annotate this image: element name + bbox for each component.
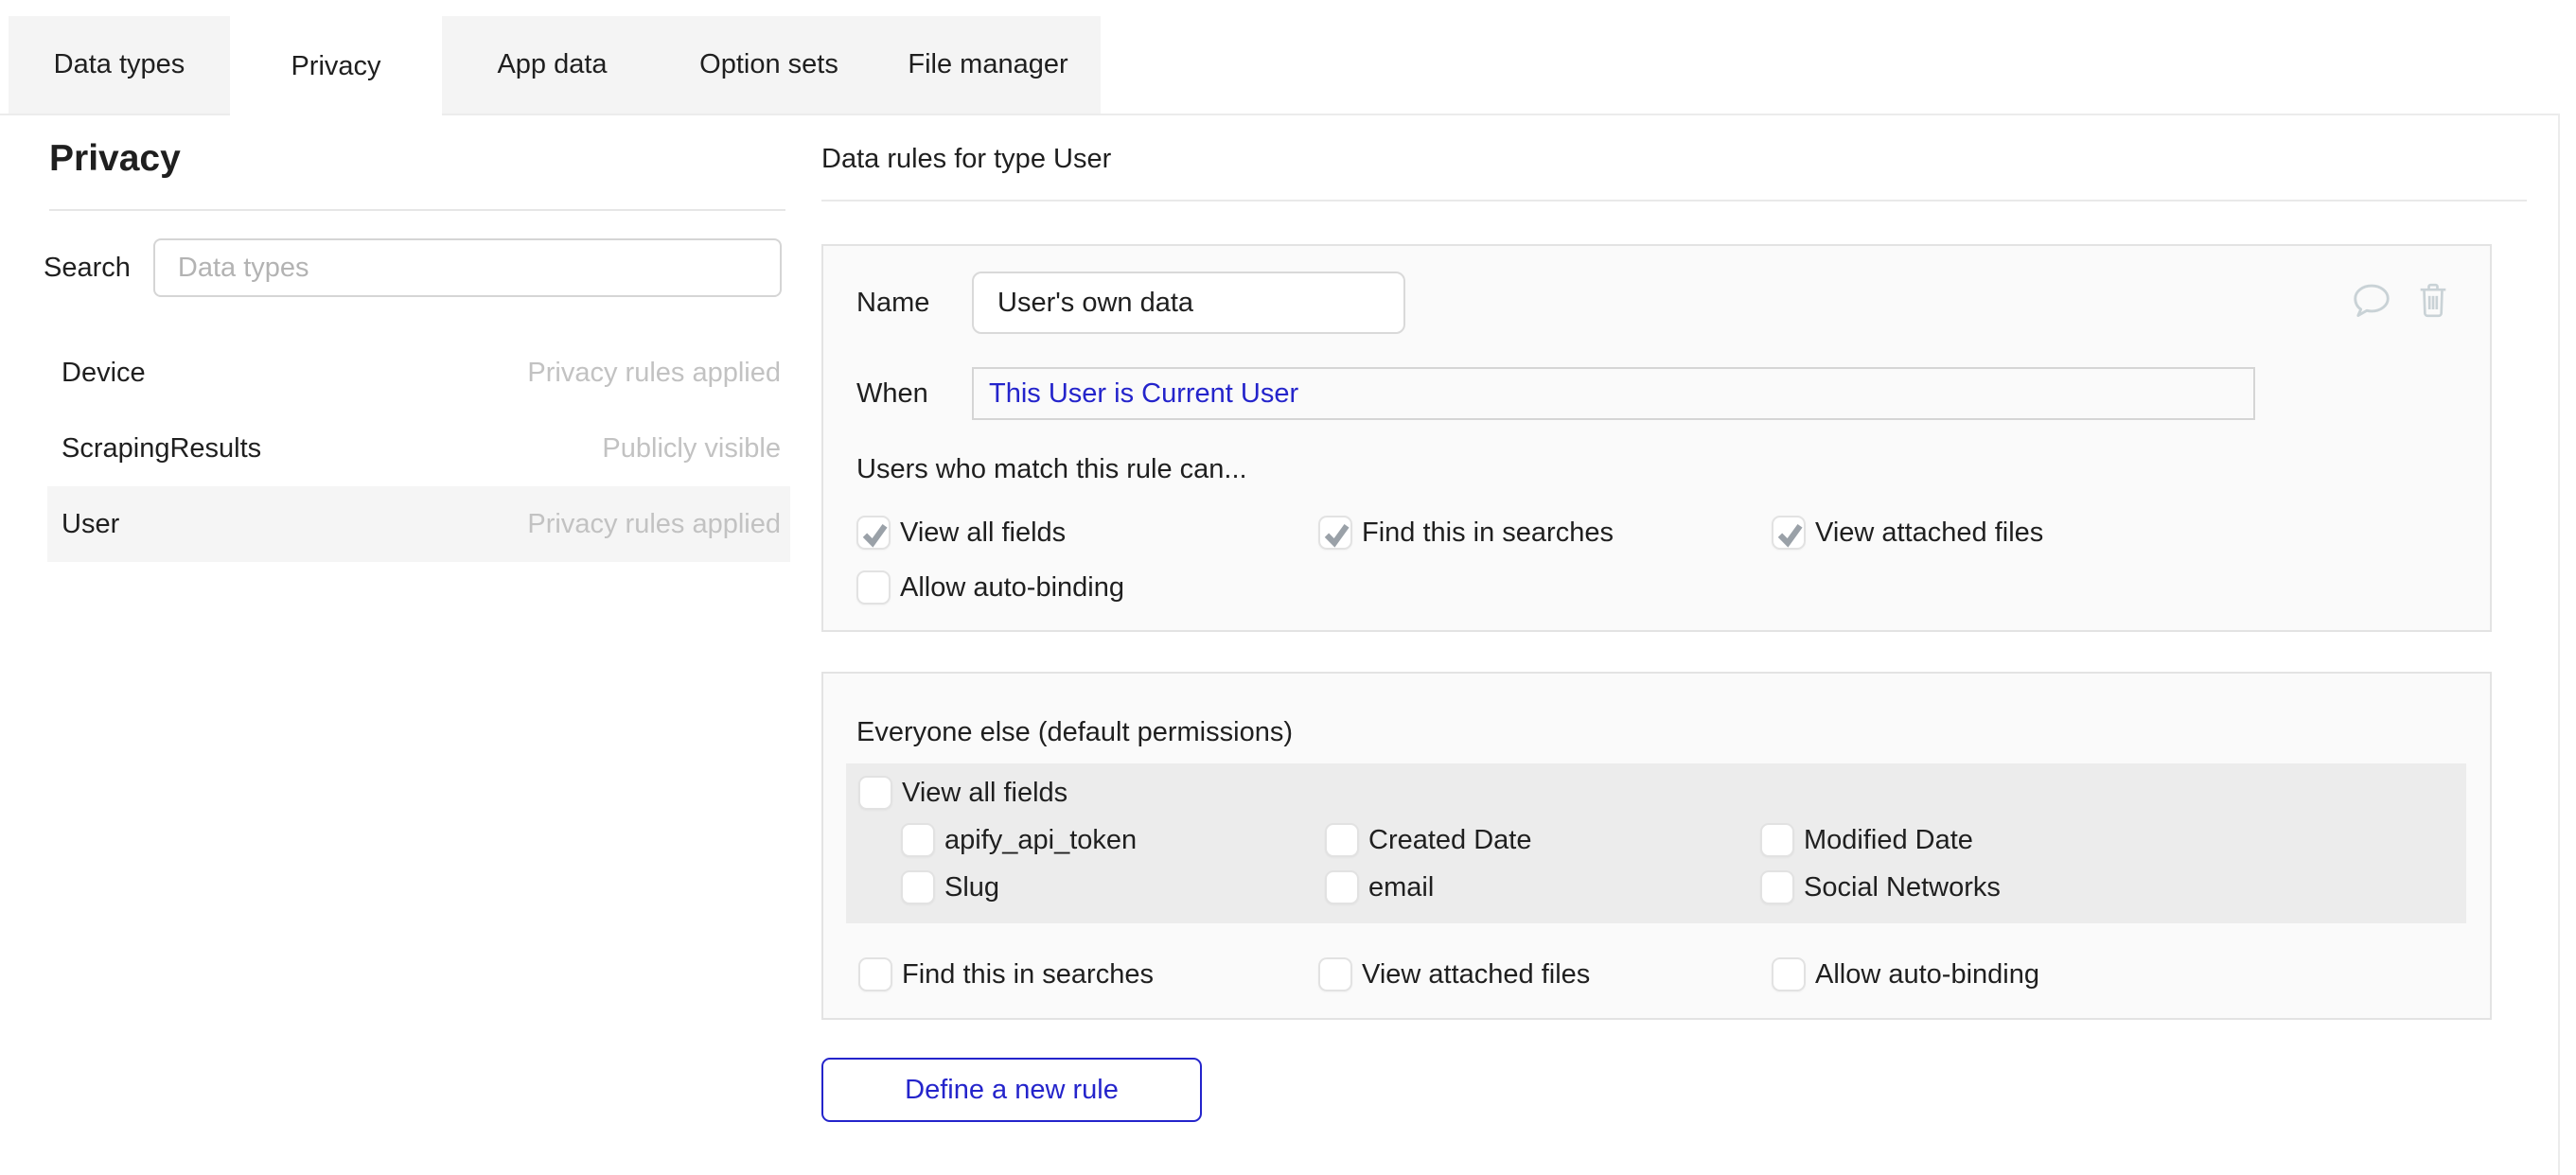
tab-option-sets[interactable]: Option sets [662, 16, 875, 114]
rule-name-input[interactable] [972, 272, 1405, 334]
tab-privacy[interactable]: Privacy [230, 16, 442, 117]
rule-permissions: View all fields Find this in searches Vi… [856, 516, 2461, 605]
rule-when-row: When This User is Current User [856, 367, 2461, 420]
checkbox[interactable] [1760, 870, 1794, 904]
list-item-scrapingresults[interactable]: ScrapingResults Publicly visible [47, 411, 790, 486]
left-panel-divider [49, 209, 785, 211]
section-divider [821, 200, 2527, 202]
tab-bar: Data types Privacy App data Option sets … [9, 16, 1101, 114]
checkbox[interactable] [1318, 957, 1352, 991]
perm-view-attached-files[interactable]: View attached files [1772, 516, 2461, 550]
checkbox-label: Allow auto-binding [900, 572, 1124, 604]
rule-card-actions [2350, 278, 2452, 322]
tab-data-types[interactable]: Data types [9, 16, 230, 114]
perm-allow-auto-binding[interactable]: Allow auto-binding [856, 570, 1318, 605]
field-modified-date[interactable]: Modified Date [1760, 823, 2466, 857]
checkbox[interactable] [901, 870, 935, 904]
privacy-rule-card: Name When This User is Current User User… [821, 244, 2492, 632]
default-view-all-fields[interactable]: View all fields [858, 776, 2466, 810]
field-checkbox-grid: apify_api_token Created Date Modified Da… [901, 823, 2466, 904]
checkbox-label: View attached files [1362, 959, 1590, 991]
privacy-status: Privacy rules applied [527, 358, 781, 389]
field-social-networks[interactable]: Social Networks [1760, 870, 2466, 904]
default-find-in-searches[interactable]: Find this in searches [858, 957, 1318, 991]
button-label: Define a new rule [905, 1075, 1119, 1106]
data-type-name: ScrapingResults [62, 433, 261, 465]
privacy-status: Publicly visible [602, 433, 781, 465]
search-label: Search [44, 253, 131, 284]
comment-icon[interactable] [2350, 278, 2393, 322]
page-title: Privacy [49, 138, 181, 180]
tab-label: App data [497, 49, 607, 80]
checkbox-label: Created Date [1368, 825, 1532, 856]
checkbox-label: email [1368, 872, 1434, 903]
data-type-name: Device [62, 358, 146, 389]
checkbox[interactable] [1772, 516, 1806, 550]
privacy-status: Privacy rules applied [527, 509, 781, 540]
tab-label: Privacy [291, 51, 380, 82]
field-email[interactable]: email [1325, 870, 1760, 904]
checkbox-label: View attached files [1815, 517, 2043, 549]
rule-name-row: Name [856, 272, 2461, 334]
checkbox-label: apify_api_token [944, 825, 1137, 856]
when-condition-field[interactable]: This User is Current User [972, 367, 2255, 420]
privacy-settings-page: Data types Privacy App data Option sets … [0, 0, 2576, 1175]
checkbox-label: Find this in searches [902, 959, 1154, 991]
when-condition-text: This User is Current User [989, 378, 1298, 410]
checkbox-label: View all fields [900, 517, 1066, 549]
checkbox-label: Social Networks [1804, 872, 2001, 903]
content-right-border [2558, 114, 2560, 1175]
field-created-date[interactable]: Created Date [1325, 823, 1760, 857]
tab-label: Option sets [699, 49, 838, 80]
checkbox[interactable] [858, 957, 892, 991]
checkbox[interactable] [856, 516, 891, 550]
default-bottom-permissions: Find this in searches View attached file… [858, 957, 2490, 991]
checkbox[interactable] [856, 570, 891, 605]
checkbox[interactable] [1325, 870, 1359, 904]
list-item-user[interactable]: User Privacy rules applied [47, 486, 790, 562]
checkbox[interactable] [1760, 823, 1794, 857]
checkbox[interactable] [858, 776, 892, 810]
field-permissions-box: View all fields apify_api_token Created … [846, 763, 2466, 923]
field-apify-api-token[interactable]: apify_api_token [901, 823, 1325, 857]
rule-subtitle: Users who match this rule can... [856, 454, 2461, 485]
tab-label: File manager [908, 49, 1067, 80]
perm-view-all-fields[interactable]: View all fields [856, 516, 1318, 550]
default-view-attached-files[interactable]: View attached files [1318, 957, 1772, 991]
checkbox[interactable] [1318, 516, 1352, 550]
checkbox-label: Find this in searches [1362, 517, 1614, 549]
when-label: When [856, 378, 972, 410]
checkbox[interactable] [1325, 823, 1359, 857]
default-allow-auto-binding[interactable]: Allow auto-binding [1772, 957, 2490, 991]
default-permissions-title: Everyone else (default permissions) [856, 717, 2490, 748]
checkbox[interactable] [901, 823, 935, 857]
default-permissions-card: Everyone else (default permissions) View… [821, 672, 2492, 1020]
search-row: Search [44, 238, 782, 297]
checkbox[interactable] [1772, 957, 1806, 991]
checkbox-label: Modified Date [1804, 825, 1973, 856]
list-item-device[interactable]: Device Privacy rules applied [47, 335, 790, 411]
data-type-list: Device Privacy rules applied ScrapingRes… [47, 335, 790, 562]
field-slug[interactable]: Slug [901, 870, 1325, 904]
tab-app-data[interactable]: App data [442, 16, 662, 114]
tab-file-manager[interactable]: File manager [875, 16, 1101, 114]
trash-icon[interactable] [2414, 279, 2452, 321]
section-heading: Data rules for type User [821, 144, 1111, 175]
tab-label: Data types [54, 49, 185, 80]
checkbox-label: View all fields [902, 778, 1067, 809]
data-type-name: User [62, 509, 119, 540]
search-input[interactable] [153, 238, 782, 297]
checkbox-label: Allow auto-binding [1815, 959, 2039, 991]
checkbox-label: Slug [944, 872, 999, 903]
perm-find-in-searches[interactable]: Find this in searches [1318, 516, 1772, 550]
name-label: Name [856, 288, 972, 319]
define-new-rule-button[interactable]: Define a new rule [821, 1058, 1202, 1122]
